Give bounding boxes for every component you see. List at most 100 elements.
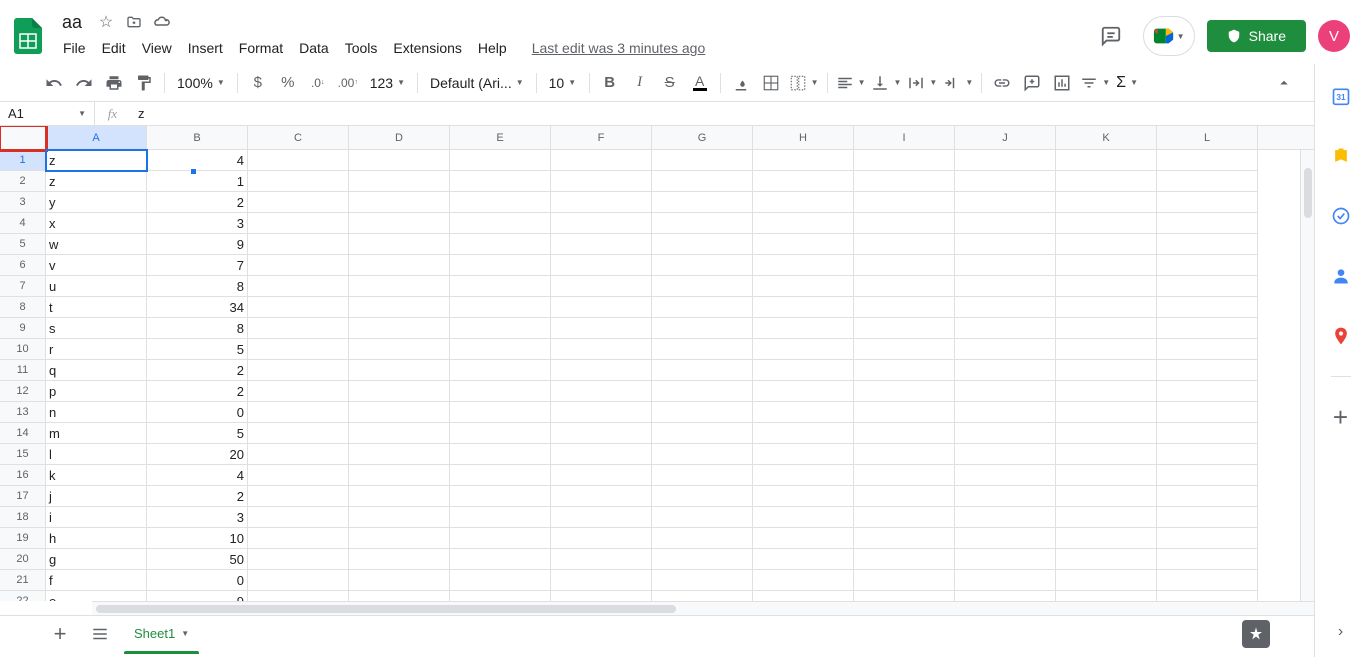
cell[interactable]	[1157, 276, 1258, 297]
column-header[interactable]: D	[349, 126, 450, 149]
cell[interactable]: g	[46, 549, 147, 570]
cell[interactable]	[652, 486, 753, 507]
cell[interactable]	[753, 360, 854, 381]
column-header[interactable]: A	[46, 126, 147, 149]
cell[interactable]	[551, 192, 652, 213]
cell[interactable]	[1056, 591, 1157, 601]
cell[interactable]	[955, 360, 1056, 381]
cell[interactable]	[450, 150, 551, 171]
cell[interactable]: 2	[147, 486, 248, 507]
cell[interactable]	[652, 213, 753, 234]
cell[interactable]	[1157, 465, 1258, 486]
cell[interactable]	[955, 528, 1056, 549]
cell[interactable]	[551, 549, 652, 570]
cell[interactable]	[854, 402, 955, 423]
name-box[interactable]: A1▼	[0, 102, 95, 125]
redo-button[interactable]	[70, 69, 98, 97]
cell[interactable]	[248, 570, 349, 591]
cell[interactable]	[349, 339, 450, 360]
cell[interactable]	[349, 297, 450, 318]
cell[interactable]	[652, 318, 753, 339]
cell[interactable]	[551, 423, 652, 444]
cell[interactable]	[551, 276, 652, 297]
cell[interactable]	[854, 528, 955, 549]
cell[interactable]	[349, 507, 450, 528]
row-header[interactable]: 1	[0, 150, 46, 171]
tasks-icon[interactable]	[1321, 196, 1361, 236]
cell[interactable]	[248, 150, 349, 171]
row-header[interactable]: 10	[0, 339, 46, 360]
column-header[interactable]: G	[652, 126, 753, 149]
undo-button[interactable]	[40, 69, 68, 97]
row-header[interactable]: 20	[0, 549, 46, 570]
cell[interactable]	[349, 213, 450, 234]
row-header[interactable]: 16	[0, 465, 46, 486]
cell[interactable]	[955, 171, 1056, 192]
cell[interactable]: 50	[147, 549, 248, 570]
cell[interactable]	[1157, 213, 1258, 234]
cell[interactable]	[450, 591, 551, 601]
cell[interactable]	[349, 465, 450, 486]
cell[interactable]: w	[46, 234, 147, 255]
cell[interactable]: 10	[147, 528, 248, 549]
share-button[interactable]: Share	[1207, 20, 1306, 52]
cell[interactable]	[1056, 528, 1157, 549]
cell[interactable]	[955, 402, 1056, 423]
cell[interactable]	[248, 423, 349, 444]
cell[interactable]: h	[46, 528, 147, 549]
cell[interactable]	[1056, 570, 1157, 591]
cell[interactable]	[551, 507, 652, 528]
cell[interactable]	[349, 528, 450, 549]
percent-button[interactable]: %	[274, 69, 302, 97]
cell[interactable]	[248, 402, 349, 423]
cell[interactable]	[1157, 171, 1258, 192]
cell[interactable]	[1056, 150, 1157, 171]
cell[interactable]	[955, 192, 1056, 213]
cell[interactable]	[450, 234, 551, 255]
cell[interactable]	[349, 549, 450, 570]
row-header[interactable]: 17	[0, 486, 46, 507]
cell[interactable]	[450, 507, 551, 528]
cell[interactable]	[248, 192, 349, 213]
cell[interactable]	[652, 150, 753, 171]
cell[interactable]	[753, 486, 854, 507]
cell[interactable]	[854, 591, 955, 601]
add-addon-button[interactable]: +	[1321, 397, 1361, 437]
cell[interactable]	[955, 255, 1056, 276]
cell[interactable]	[955, 150, 1056, 171]
cell[interactable]	[652, 381, 753, 402]
sheet-tab[interactable]: Sheet1▼	[124, 620, 199, 647]
cell[interactable]	[1056, 192, 1157, 213]
cell[interactable]: z	[46, 171, 147, 192]
cell[interactable]	[551, 297, 652, 318]
collapse-toolbar-button[interactable]	[1270, 69, 1298, 97]
cell[interactable]	[1056, 171, 1157, 192]
cell[interactable]	[551, 339, 652, 360]
cell[interactable]	[349, 591, 450, 601]
cell[interactable]	[450, 381, 551, 402]
cell[interactable]: j	[46, 486, 147, 507]
cell[interactable]	[753, 276, 854, 297]
cell[interactable]: e	[46, 591, 147, 601]
cell[interactable]	[349, 402, 450, 423]
all-sheets-button[interactable]	[84, 618, 116, 650]
cell[interactable]	[248, 171, 349, 192]
cell[interactable]	[450, 213, 551, 234]
cell[interactable]	[349, 423, 450, 444]
cell[interactable]	[248, 528, 349, 549]
cell[interactable]	[955, 423, 1056, 444]
currency-button[interactable]: $	[244, 69, 272, 97]
cell[interactable]: 3	[147, 213, 248, 234]
cell[interactable]	[955, 465, 1056, 486]
cell[interactable]	[551, 255, 652, 276]
row-header[interactable]: 12	[0, 381, 46, 402]
cell[interactable]	[1056, 276, 1157, 297]
cell[interactable]	[450, 192, 551, 213]
cell[interactable]	[551, 360, 652, 381]
cell[interactable]	[1056, 381, 1157, 402]
document-title[interactable]: aa	[56, 10, 88, 35]
cell[interactable]	[450, 171, 551, 192]
cell[interactable]: p	[46, 381, 147, 402]
cell[interactable]: 20	[147, 444, 248, 465]
cell[interactable]	[1157, 486, 1258, 507]
